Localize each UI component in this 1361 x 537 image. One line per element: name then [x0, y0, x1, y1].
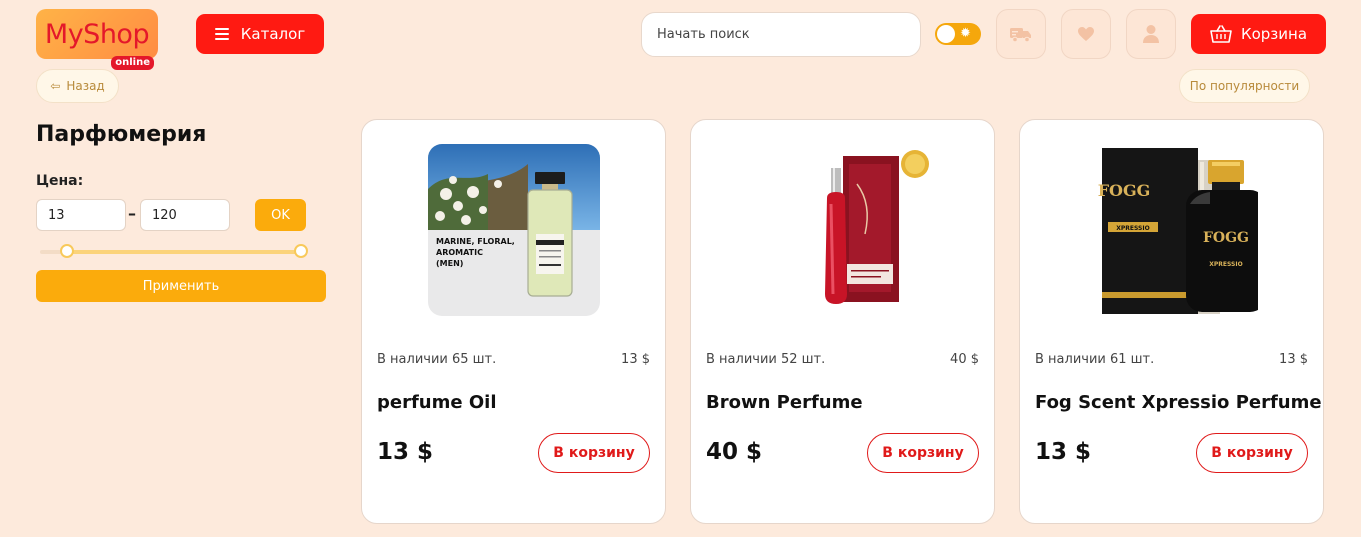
- logo[interactable]: MyShop online: [36, 9, 158, 70]
- catalog-button[interactable]: Каталог: [196, 14, 324, 54]
- apply-button[interactable]: Применить: [36, 270, 326, 302]
- stock-text: В наличии 52 шт.: [706, 352, 826, 367]
- product-card[interactable]: В наличии 52 шт. 40 $ Brown Perfume 40 $…: [690, 119, 995, 524]
- stock-text: В наличии 65 шт.: [377, 352, 497, 367]
- cart-button[interactable]: Корзина: [1191, 14, 1326, 54]
- small-price: 13 $: [621, 352, 650, 367]
- product-image: MARINE, FLORAL, AROMATIC (MEN): [427, 144, 600, 316]
- apply-label: Применить: [142, 278, 220, 294]
- price-label: Цена:: [36, 173, 84, 189]
- ok-label: OK: [271, 207, 290, 223]
- theme-toggle[interactable]: ✹: [935, 23, 981, 45]
- heart-icon: [1078, 27, 1094, 41]
- catalog-label: Каталог: [240, 25, 306, 43]
- sun-icon: ✹: [960, 26, 971, 41]
- price-range-slider[interactable]: [40, 244, 308, 258]
- range-dash: –: [128, 204, 136, 223]
- basket-icon: [1210, 25, 1232, 43]
- price-to-input[interactable]: [140, 199, 230, 231]
- add-to-cart-button[interactable]: В корзину: [867, 433, 979, 473]
- stock-text: В наличии 61 шт.: [1035, 352, 1155, 367]
- add-to-cart-label: В корзину: [1211, 445, 1293, 461]
- truck-icon: [1010, 28, 1031, 43]
- product-price: 13 $: [1035, 439, 1092, 465]
- user-icon: [1143, 25, 1159, 43]
- product-image-text: XPRESSIO: [1116, 225, 1149, 232]
- add-to-cart-button[interactable]: В корзину: [538, 433, 650, 473]
- profile-button[interactable]: [1126, 9, 1176, 59]
- product-card[interactable]: FOGG XPRESSIO FOGG XPRESSIO В наличии 61…: [1019, 119, 1324, 524]
- delivery-button[interactable]: [996, 9, 1046, 59]
- sort-label: По популярности: [1189, 79, 1300, 93]
- slider-handle-min[interactable]: [59, 244, 74, 258]
- product-card[interactable]: MARINE, FLORAL, AROMATIC (MEN) В наличии…: [361, 119, 666, 524]
- ok-button[interactable]: OK: [255, 199, 306, 231]
- product-price: 13 $: [377, 439, 434, 465]
- product-image-text: FOGG: [1202, 230, 1248, 246]
- product-image-text: FOGG: [1097, 181, 1150, 200]
- product-image-text: MARINE, FLORAL,: [436, 237, 515, 246]
- product-name[interactable]: Fog Scent Xpressio Perfume: [1035, 392, 1322, 413]
- cart-label: Корзина: [1240, 25, 1308, 43]
- product-name[interactable]: perfume Oil: [377, 392, 497, 413]
- add-to-cart-label: В корзину: [553, 445, 635, 461]
- product-image-text: XPRESSIO: [1209, 261, 1242, 268]
- product-image-text: AROMATIC: [436, 248, 483, 257]
- price-from-input[interactable]: [36, 199, 126, 231]
- menu-icon: [214, 28, 229, 40]
- add-to-cart-button[interactable]: В корзину: [1196, 433, 1308, 473]
- slider-fill: [66, 250, 301, 254]
- search-input[interactable]: [641, 12, 921, 57]
- back-label: Назад: [66, 79, 105, 93]
- small-price: 13 $: [1279, 352, 1308, 367]
- product-image: FOGG XPRESSIO FOGG XPRESSIO: [1085, 144, 1258, 316]
- logo-badge: online: [111, 56, 154, 70]
- slider-handle-max[interactable]: [293, 244, 308, 258]
- product-price: 40 $: [706, 439, 763, 465]
- add-to-cart-label: В корзину: [882, 445, 964, 461]
- small-price: 40 $: [950, 352, 979, 367]
- back-button[interactable]: ⇦ Назад: [36, 69, 119, 103]
- category-title: Парфюмерия: [36, 122, 207, 147]
- product-image: [756, 144, 929, 316]
- product-name[interactable]: Brown Perfume: [706, 392, 863, 413]
- arrow-left-icon: ⇦: [50, 79, 61, 93]
- sort-button[interactable]: По популярности: [1179, 69, 1310, 103]
- product-image-text: (MEN): [436, 259, 463, 268]
- favorites-button[interactable]: [1061, 9, 1111, 59]
- toggle-knob: [937, 25, 955, 43]
- logo-text: MyShop: [44, 18, 150, 50]
